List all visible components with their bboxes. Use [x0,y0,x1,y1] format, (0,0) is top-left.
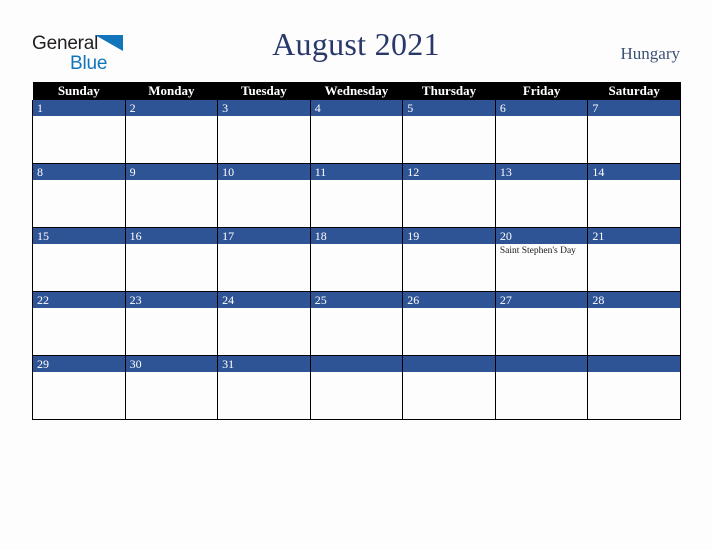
calendar-body: 1 2 3 4 5 6 7 8 9 10 11 12 13 14 15 16 17 18 19 20 Saint Ste… [32,100,681,420]
day-number: 28 [588,292,680,308]
calendar-day-cell[interactable]: 6 [494,100,589,164]
calendar-day-cell[interactable]: 19 [402,227,496,292]
calendar-day-cell[interactable]: 23 [124,291,219,356]
calendar-day-cell[interactable]: 30 [124,355,219,420]
day-number: 21 [588,228,680,244]
calendar-day-cell[interactable]: 10 [217,163,311,228]
calendar-day-cell[interactable]: 8 [32,163,126,228]
day-number: 9 [125,164,218,180]
day-number: 31 [218,356,310,372]
day-number: 24 [218,292,310,308]
calendar-day-cell[interactable]: 15 [32,227,126,292]
calendar-day-cell[interactable]: 12 [402,163,496,228]
day-number: 27 [495,292,588,308]
day-number: 19 [403,228,495,244]
calendar-day-cell[interactable]: 27 [494,291,589,356]
calendar-day-cell[interactable]: 24 [217,291,311,356]
day-number: 29 [33,356,125,372]
weekday-header-row: Sunday Monday Tuesday Wednesday Thursday… [32,82,681,100]
calendar-day-cell[interactable]: 21 [587,227,681,292]
weekday-header-thursday: Thursday [402,82,496,100]
day-number: 14 [588,164,680,180]
calendar-empty-cell[interactable] [494,355,589,420]
day-number: 13 [495,164,588,180]
calendar-day-cell[interactable]: 7 [587,100,681,164]
day-number: 6 [495,100,588,116]
day-number: 26 [403,292,495,308]
weekday-header-friday: Friday [495,82,588,100]
month-calendar-grid: Sunday Monday Tuesday Wednesday Thursday… [32,82,681,420]
calendar-day-cell[interactable]: 25 [309,291,404,356]
day-number: 20 [495,228,588,244]
calendar-week-row: 22 23 24 25 26 27 28 [32,291,681,356]
day-number [495,356,588,372]
day-number: 3 [218,100,310,116]
calendar-day-cell[interactable]: 9 [124,163,219,228]
calendar-day-cell[interactable]: 31 [217,355,311,420]
day-number: 17 [218,228,310,244]
weekday-header-tuesday: Tuesday [217,82,311,100]
day-number [310,356,403,372]
calendar-day-cell[interactable]: 4 [309,100,404,164]
calendar-day-cell[interactable]: 17 [217,227,311,292]
calendar-week-row: 8 9 10 11 12 13 14 [32,163,681,228]
day-number: 16 [125,228,218,244]
day-events: Saint Stephen's Day [496,244,588,257]
calendar-day-cell[interactable]: 13 [494,163,589,228]
day-number: 4 [310,100,403,116]
calendar-week-row: 1234567 [32,100,681,164]
calendar-day-cell[interactable]: 20 Saint Stephen's Day [494,227,589,292]
day-number: 12 [403,164,495,180]
calendar-day-cell[interactable]: 1 [32,100,126,164]
calendar-day-cell[interactable]: 3 [217,100,311,164]
calendar-day-cell[interactable]: 22 [32,291,126,356]
calendar-day-cell[interactable]: 2 [124,100,219,164]
day-number [588,356,680,372]
calendar-day-cell[interactable]: 26 [402,291,496,356]
weekday-header-monday: Monday [125,82,218,100]
weekday-header-sunday: Sunday [32,82,126,100]
day-number: 25 [310,292,403,308]
calendar-day-cell[interactable]: 29 [32,355,126,420]
day-number: 10 [218,164,310,180]
day-number: 8 [33,164,125,180]
day-number: 30 [125,356,218,372]
calendar-week-row: 29 30 31 [32,355,681,420]
calendar-empty-cell[interactable] [309,355,404,420]
page-header: General Blue August 2021 Hungary [0,0,712,82]
calendar-header-row-group: Sunday Monday Tuesday Wednesday Thursday… [32,82,681,100]
calendar-day-cell[interactable]: 11 [309,163,404,228]
calendar-empty-cell[interactable] [402,355,496,420]
calendar-day-cell[interactable]: 28 [587,291,681,356]
day-number [403,356,495,372]
day-number: 15 [33,228,125,244]
weekday-header-wednesday: Wednesday [310,82,403,100]
day-number: 7 [588,100,680,116]
day-number: 18 [310,228,403,244]
calendar-day-cell[interactable]: 14 [587,163,681,228]
day-number: 22 [33,292,125,308]
day-number: 1 [33,100,125,116]
calendar-day-cell[interactable]: 16 [124,227,219,292]
calendar-day-cell[interactable]: 5 [402,100,496,164]
calendar-day-cell[interactable]: 18 [309,227,404,292]
weekday-header-saturday: Saturday [587,82,681,100]
calendar-page: General Blue August 2021 Hungary Sunday … [0,0,712,550]
day-number: 23 [125,292,218,308]
holiday-label: Saint Stephen's Day [499,246,576,256]
day-number: 5 [403,100,495,116]
calendar-empty-cell[interactable] [587,355,681,420]
page-title: August 2021 [272,26,440,62]
region-label: Hungary [620,44,680,63]
day-number: 11 [310,164,403,180]
calendar-week-row: 15 16 17 18 19 20 Saint Stephen's Day 21 [32,227,681,292]
day-number: 2 [125,100,218,116]
